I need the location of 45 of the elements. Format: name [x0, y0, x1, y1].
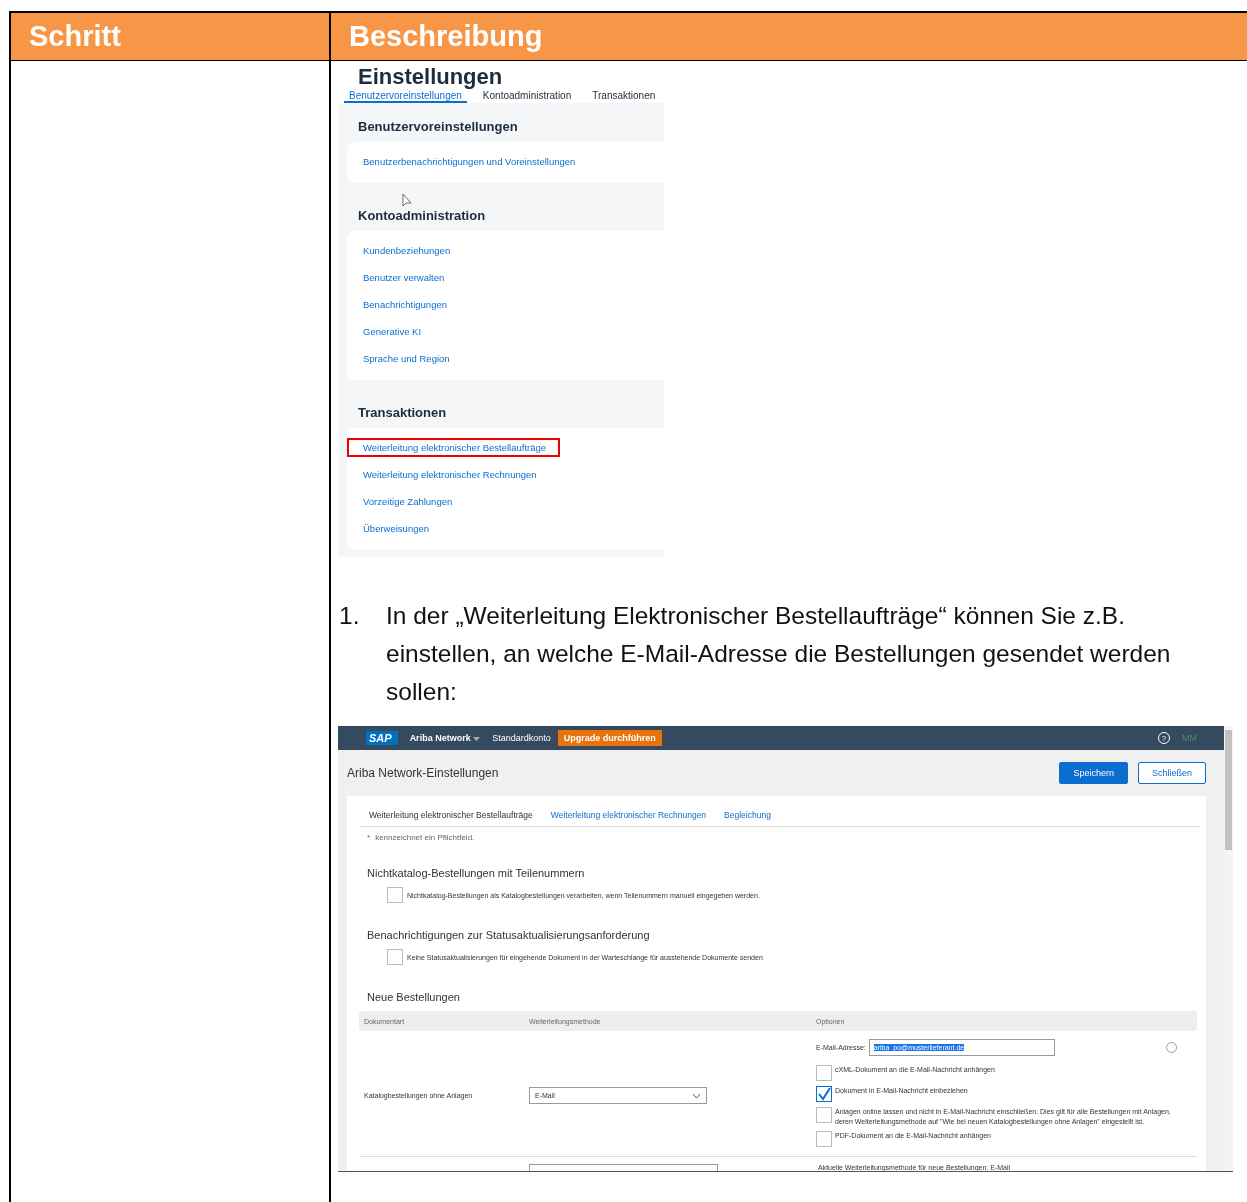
tab[interactable]: Begleichung — [724, 810, 771, 820]
checkbox[interactable] — [816, 1065, 832, 1081]
page-title: Ariba Network-Einstellungen — [347, 766, 499, 780]
tab[interactable]: Weiterleitung elektronischer Bestellaufträge — [369, 810, 533, 820]
tab[interactable]: Weiterleitung elektronischer Rechnungen — [550, 810, 707, 820]
checkbox[interactable] — [816, 1107, 832, 1123]
section-heading: Benutzervoreinstellungen — [357, 118, 518, 136]
checkbox[interactable] — [387, 949, 403, 965]
settings-link[interactable]: Weiterleitung elektronischer Bestellaufträge — [347, 438, 561, 457]
page-title: Einstellungen — [357, 63, 504, 90]
settings-link[interactable]: Benachrichtigungen — [347, 295, 461, 314]
caret-icon — [473, 737, 481, 741]
group-heading: Neue Bestellungen — [366, 990, 461, 1005]
settings-link[interactable]: Sprache und Region — [347, 349, 464, 368]
action-button[interactable]: Schließen — [1137, 762, 1206, 784]
column-header: Beschreibung — [348, 19, 544, 54]
required-note: kennzeichnet ein Pflichtfeld. — [375, 833, 475, 842]
settings-link[interactable]: Vorzeitige Zahlungen — [347, 492, 467, 511]
group-heading: Benachrichtigungen zur Statusaktualisierungsanforderung — [366, 928, 651, 943]
checkbox[interactable] — [387, 887, 403, 903]
settings-link[interactable]: Weiterleitung elektronischer Rechnungen — [347, 465, 551, 484]
upgrade-button[interactable]: Upgrade durchführen — [557, 730, 662, 746]
logo: SAP — [366, 731, 398, 745]
group-heading: Nichtkatalog-Bestellungen mit Teilenummern — [366, 866, 586, 881]
product-menu[interactable]: Ariba Network — [409, 733, 481, 743]
chevron-icon — [692, 1092, 701, 1099]
settings-link[interactable]: Generative KI — [347, 322, 436, 341]
step-text: In der „Weiterleitung Elektronischer Bestellaufträge“ können Sie z.B. einstellen, an welche E-Mail-Adresse die Bestellungen gesendet werden sollen: — [386, 601, 1172, 707]
list-number: 1. — [339, 601, 361, 631]
settings-link[interactable]: Benutzer verwalten — [347, 268, 459, 287]
cursor-icon — [402, 193, 412, 208]
account-label: Standardkonto — [492, 733, 551, 743]
scrollbar[interactable] — [1224, 726, 1233, 1171]
section-heading: Transaktionen — [357, 404, 447, 422]
column-header: Schritt — [11, 13, 331, 60]
tab[interactable]: Transaktionen — [587, 90, 661, 103]
checkbox[interactable] — [816, 1131, 832, 1147]
section-heading: Kontoadministration — [357, 207, 486, 225]
settings-link[interactable]: Benutzerbenachrichtigungen und Voreinstellungen — [347, 152, 590, 171]
required-mark: * — [367, 833, 371, 842]
settings-link[interactable]: Überweisungen — [347, 519, 443, 538]
settings-link[interactable]: Kundenbeziehungen — [347, 241, 465, 260]
tab[interactable]: Kontoadministration — [477, 90, 577, 103]
checkbox[interactable] — [816, 1086, 832, 1102]
action-button[interactable]: Speichern — [1059, 762, 1128, 784]
